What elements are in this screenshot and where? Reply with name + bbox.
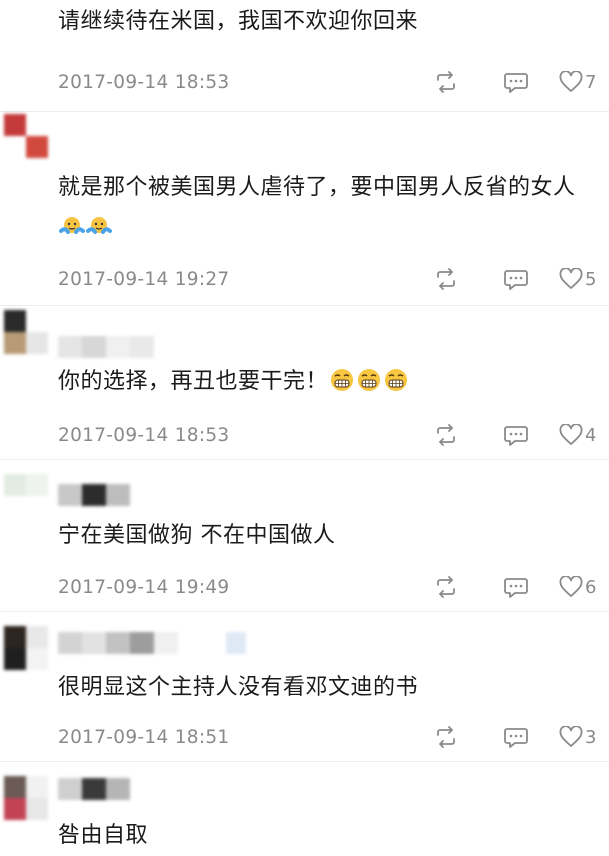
comment-footer: 2017-09-14 19:49 6: [58, 572, 599, 602]
comment-timestamp: 2017-09-14 19:27: [58, 268, 230, 290]
avatar[interactable]: [4, 114, 48, 158]
comment-timestamp: 2017-09-14 18:53: [58, 424, 230, 446]
grin-emoji: [356, 367, 382, 393]
comment-footer: 2017-09-14 18:53 7: [58, 67, 599, 97]
avatar[interactable]: [4, 626, 48, 670]
comment-footer: 2017-09-14 18:51 3: [58, 722, 599, 752]
comment-item: 你的选择，再丑也要干完！ 2017-09-14 18:53 4: [0, 306, 609, 460]
heart-icon: [559, 268, 583, 289]
comment-text: 宁在美国做狗 不在中国做人: [58, 523, 336, 548]
comment-text: 请继续待在米国，我国不欢迎你回来: [58, 9, 419, 34]
comment-timestamp: 2017-09-14 18:53: [58, 71, 230, 93]
heart-icon: [559, 71, 583, 92]
comment-timestamp: 2017-09-14 18:51: [58, 726, 230, 748]
repost-icon[interactable]: [433, 71, 459, 93]
comment-text: 咎由自取: [58, 823, 149, 848]
comment-timestamp: 2017-09-14 19:49: [58, 576, 230, 598]
avatar[interactable]: [4, 474, 48, 518]
heart-icon: [559, 726, 583, 747]
grin-emoji: [329, 367, 355, 393]
grin-emoji: [383, 367, 409, 393]
comment-item: 请继续待在米国，我国不欢迎你回来 2017-09-14 18:53 7: [0, 0, 609, 112]
comment-icon[interactable]: [503, 424, 529, 446]
like-count: 6: [585, 576, 597, 598]
comment-footer: 2017-09-14 18:53 4: [58, 420, 599, 450]
like-count: 4: [585, 424, 597, 446]
username[interactable]: [58, 336, 154, 358]
repost-icon[interactable]: [433, 726, 459, 748]
comment-text: 很明显这个主持人没有看邓文迪的书: [58, 675, 419, 700]
heart-icon: [559, 576, 583, 597]
comment-item: 咎由自取: [0, 762, 609, 854]
sweat-smile-emoji: [86, 213, 112, 239]
like-button[interactable]: 5: [559, 268, 599, 290]
like-count: 5: [585, 268, 597, 290]
username[interactable]: [58, 484, 130, 506]
like-count: 3: [585, 726, 597, 748]
comment-text: 就是那个被美国男人虐待了，要中国男人反省的女人: [58, 168, 595, 248]
sweat-smile-emoji: [59, 213, 85, 239]
comment-icon[interactable]: [503, 268, 529, 290]
like-button[interactable]: 7: [559, 71, 599, 93]
like-count: 7: [585, 71, 597, 93]
heart-icon: [559, 424, 583, 445]
like-button[interactable]: 6: [559, 576, 599, 598]
like-button[interactable]: 4: [559, 424, 599, 446]
comment-icon[interactable]: [503, 71, 529, 93]
like-button[interactable]: 3: [559, 726, 599, 748]
repost-icon[interactable]: [433, 424, 459, 446]
username[interactable]: [58, 632, 246, 654]
comment-footer: 2017-09-14 19:27 5: [58, 264, 599, 294]
comment-item: 很明显这个主持人没有看邓文迪的书 2017-09-14 18:51 3: [0, 612, 609, 762]
username[interactable]: [58, 778, 130, 800]
comment-text: 你的选择，再丑也要干完！: [58, 362, 595, 402]
avatar[interactable]: [4, 310, 48, 354]
comment-item: 就是那个被美国男人虐待了，要中国男人反省的女人 2017-09-14 19:27…: [0, 112, 609, 306]
repost-icon[interactable]: [433, 576, 459, 598]
comment-item: 宁在美国做狗 不在中国做人 2017-09-14 19:49 6: [0, 460, 609, 612]
avatar[interactable]: [4, 776, 48, 820]
comment-icon[interactable]: [503, 576, 529, 598]
repost-icon[interactable]: [433, 268, 459, 290]
comment-icon[interactable]: [503, 726, 529, 748]
